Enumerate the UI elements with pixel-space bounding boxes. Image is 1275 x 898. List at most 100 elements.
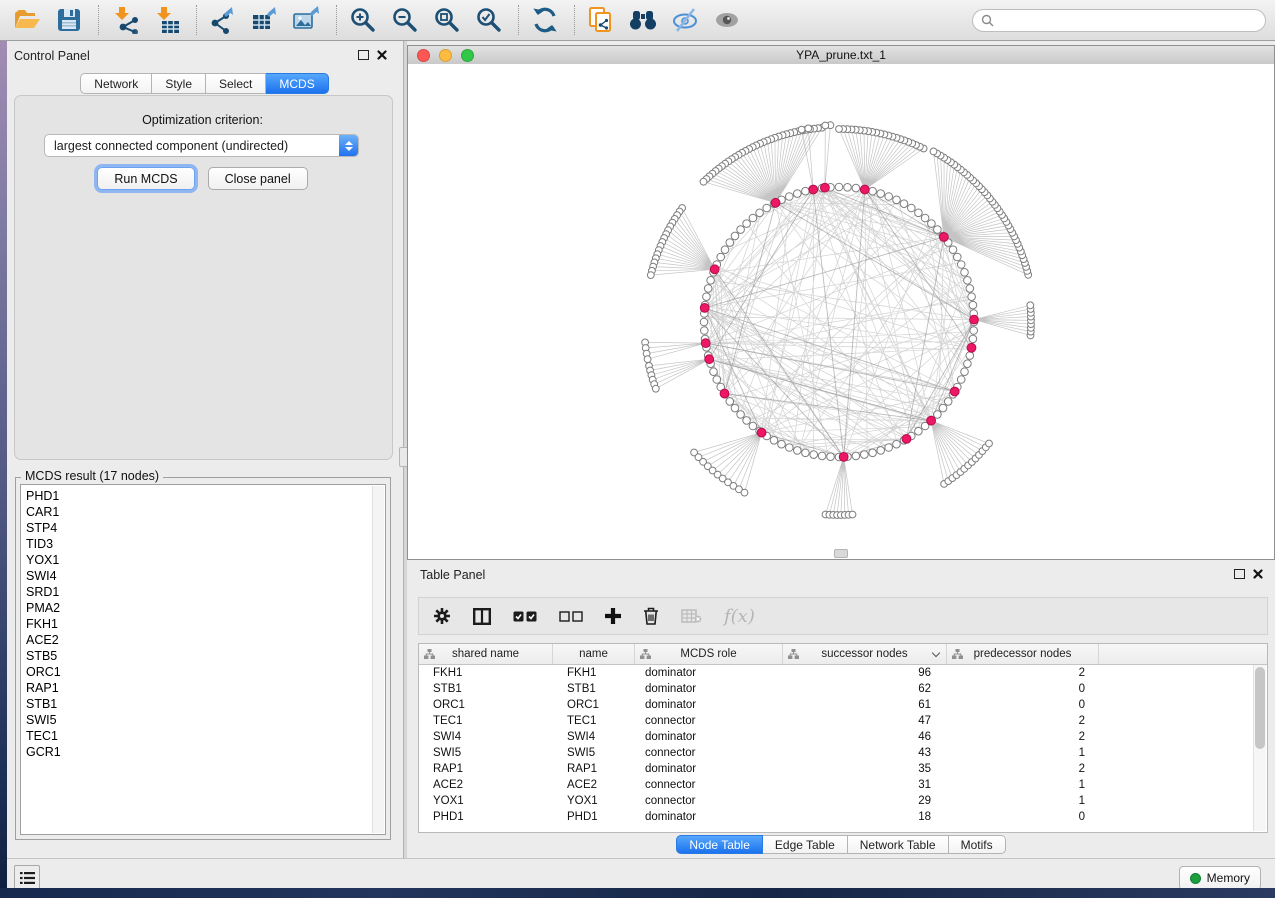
cell[interactable]: 2 xyxy=(947,763,1099,775)
cell[interactable]: dominator xyxy=(635,667,783,679)
cell[interactable]: dominator xyxy=(635,811,783,823)
import-table-icon[interactable] xyxy=(152,5,182,35)
tab-edge-table[interactable]: Edge Table xyxy=(763,835,848,854)
cell[interactable]: 31 xyxy=(783,779,947,791)
cell[interactable]: SWI5 xyxy=(419,747,553,759)
cell[interactable]: 1 xyxy=(947,795,1099,807)
mcds-result-list[interactable]: PHD1CAR1STP4TID3YOX1SWI4SRD1PMA2FKH1ACE2… xyxy=(20,484,386,835)
cell[interactable]: dominator xyxy=(635,699,783,711)
table-row[interactable]: YOX1YOX1connector291 xyxy=(419,793,1267,809)
cell[interactable]: dominator xyxy=(635,683,783,695)
tab-network-table[interactable]: Network Table xyxy=(848,835,949,854)
mcds-result-item[interactable]: FKH1 xyxy=(23,616,385,632)
cell[interactable]: SWI4 xyxy=(553,731,635,743)
memory-button[interactable]: Memory xyxy=(1179,866,1261,890)
cell[interactable]: 0 xyxy=(947,811,1099,823)
mcds-result-item[interactable]: GCR1 xyxy=(23,744,385,760)
show-all-icon[interactable] xyxy=(712,5,742,35)
cell[interactable]: connector xyxy=(635,715,783,727)
select-all-icon[interactable] xyxy=(513,611,537,622)
table-row[interactable]: PHD1PHD1dominator180 xyxy=(419,809,1267,825)
network-window-titlebar[interactable]: YPA_prune.txt_1 xyxy=(408,46,1274,65)
zoom-fit-icon[interactable] xyxy=(432,5,462,35)
mcds-result-item[interactable]: STP4 xyxy=(23,520,385,536)
mcds-result-item[interactable]: ORC1 xyxy=(23,664,385,680)
cell[interactable]: dominator xyxy=(635,763,783,775)
table-row[interactable]: TEC1TEC1connector472 xyxy=(419,713,1267,729)
cell[interactable]: SWI4 xyxy=(419,731,553,743)
cell[interactable]: 0 xyxy=(947,683,1099,695)
cell[interactable]: ACE2 xyxy=(553,779,635,791)
table-row[interactable]: RAP1RAP1dominator352 xyxy=(419,761,1267,777)
mcds-result-item[interactable]: TID3 xyxy=(23,536,385,552)
cell[interactable]: 35 xyxy=(783,763,947,775)
cell[interactable]: ORC1 xyxy=(553,699,635,711)
table-settings-icon[interactable] xyxy=(433,607,451,625)
cell[interactable]: 18 xyxy=(783,811,947,823)
deselect-all-icon[interactable] xyxy=(559,611,583,622)
zoom-selected-icon[interactable] xyxy=(474,5,504,35)
search-field[interactable] xyxy=(972,9,1266,32)
mcds-result-item[interactable]: PMA2 xyxy=(23,600,385,616)
mcds-list-scrollbar[interactable] xyxy=(372,486,384,833)
cell[interactable]: connector xyxy=(635,747,783,759)
tab-mcds[interactable]: MCDS xyxy=(266,73,328,94)
cell[interactable]: 43 xyxy=(783,747,947,759)
cell[interactable]: PHD1 xyxy=(419,811,553,823)
run-mcds-button[interactable]: Run MCDS xyxy=(97,167,194,190)
cell[interactable]: 61 xyxy=(783,699,947,711)
mcds-result-item[interactable]: RAP1 xyxy=(23,680,385,696)
cell[interactable]: FKH1 xyxy=(553,667,635,679)
network-from-selection-icon[interactable] xyxy=(586,5,616,35)
apply-layout-icon[interactable] xyxy=(530,5,560,35)
cell[interactable]: 2 xyxy=(947,731,1099,743)
toggle-columns-icon[interactable] xyxy=(473,608,491,625)
sort-indicator-icon[interactable] xyxy=(932,649,940,657)
open-icon[interactable] xyxy=(12,5,42,35)
cell[interactable]: YOX1 xyxy=(553,795,635,807)
cell[interactable]: connector xyxy=(635,779,783,791)
table-row[interactable]: STB1STB1dominator620 xyxy=(419,681,1267,697)
close-panel-icon[interactable] xyxy=(377,50,387,60)
cell[interactable]: TEC1 xyxy=(419,715,553,727)
cell[interactable]: STB1 xyxy=(419,683,553,695)
cell[interactable]: 46 xyxy=(783,731,947,743)
table-row[interactable]: SWI5SWI5connector431 xyxy=(419,745,1267,761)
column-header-name[interactable]: name xyxy=(553,644,635,664)
cell[interactable]: STB1 xyxy=(553,683,635,695)
function-builder-icon[interactable]: f(x) xyxy=(724,606,755,627)
mcds-result-item[interactable]: SRD1 xyxy=(23,584,385,600)
cell[interactable]: ORC1 xyxy=(419,699,553,711)
mcds-result-item[interactable]: TEC1 xyxy=(23,728,385,744)
column-header-shared-name[interactable]: shared name xyxy=(419,644,553,664)
cell[interactable]: 29 xyxy=(783,795,947,807)
column-header-mcds-role[interactable]: MCDS role xyxy=(635,644,783,664)
cell[interactable]: ACE2 xyxy=(419,779,553,791)
find-icon[interactable] xyxy=(628,5,658,35)
network-graph[interactable] xyxy=(408,64,1274,559)
optimization-criterion-select[interactable]: largest connected component (undirected) xyxy=(44,134,359,157)
mcds-result-item[interactable]: SWI5 xyxy=(23,712,385,728)
table-scrollbar[interactable] xyxy=(1253,665,1266,831)
table-row[interactable]: ACE2ACE2connector311 xyxy=(419,777,1267,793)
zoom-out-icon[interactable] xyxy=(390,5,420,35)
cell[interactable]: RAP1 xyxy=(419,763,553,775)
table-row[interactable]: SWI4SWI4dominator462 xyxy=(419,729,1267,745)
import-network-icon[interactable] xyxy=(110,5,140,35)
mcds-result-item[interactable]: STB1 xyxy=(23,696,385,712)
search-input[interactable] xyxy=(999,13,1265,29)
network-view[interactable] xyxy=(408,64,1274,559)
mcds-result-item[interactable]: SWI4 xyxy=(23,568,385,584)
cell[interactable]: PHD1 xyxy=(553,811,635,823)
float-panel-icon[interactable] xyxy=(358,50,369,60)
cell[interactable]: 47 xyxy=(783,715,947,727)
cell[interactable]: SWI5 xyxy=(553,747,635,759)
tab-style[interactable]: Style xyxy=(152,73,206,94)
cell[interactable]: 2 xyxy=(947,715,1099,727)
cell[interactable]: TEC1 xyxy=(553,715,635,727)
cell[interactable]: dominator xyxy=(635,731,783,743)
mcds-result-item[interactable]: YOX1 xyxy=(23,552,385,568)
close-panel-icon[interactable] xyxy=(1253,569,1263,579)
tab-select[interactable]: Select xyxy=(206,73,266,94)
node-table[interactable]: shared namenameMCDS rolesuccessor nodesp… xyxy=(418,643,1268,833)
